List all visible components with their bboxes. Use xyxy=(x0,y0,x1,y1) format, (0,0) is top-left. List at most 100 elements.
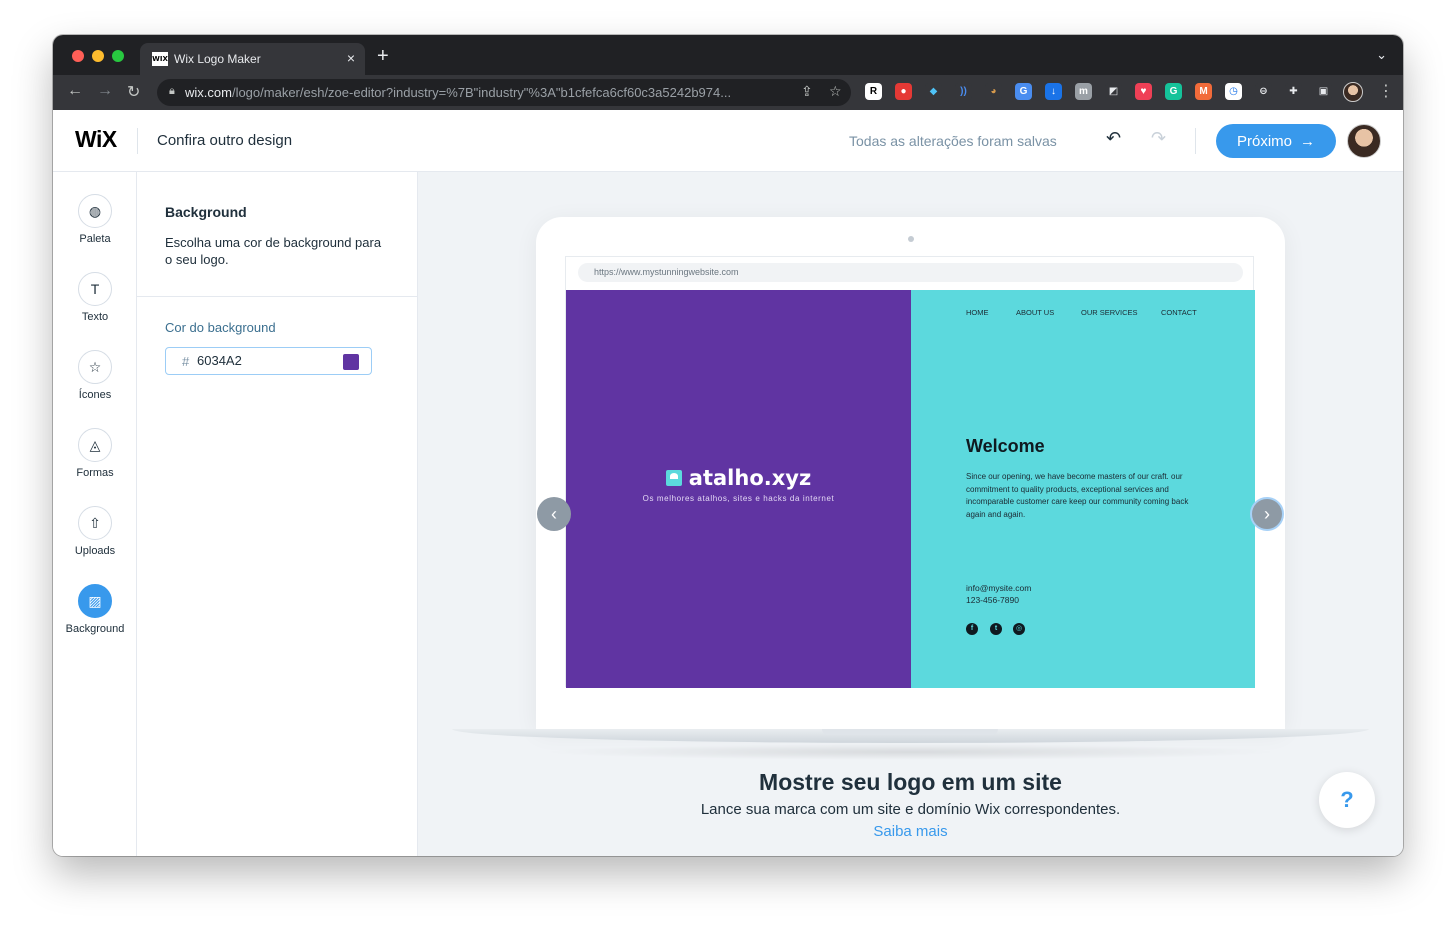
background-panel: Background Escolha uma cor de background… xyxy=(137,172,418,856)
laptop-camera xyxy=(908,236,914,242)
mm-icon[interactable]: M xyxy=(1195,83,1212,100)
wix-logo[interactable]: WiX xyxy=(75,126,117,153)
mockup-welcome-body: Since our opening, we have become master… xyxy=(966,472,1189,519)
sidebar-item-text[interactable]: T Texto xyxy=(53,272,137,323)
next-button[interactable]: Próximo → xyxy=(1216,124,1336,158)
mockup-url-bar: https://www.mystunningwebsite.com xyxy=(578,263,1243,282)
hex-color-input[interactable] xyxy=(197,353,317,368)
star-icon: ☆ xyxy=(78,350,112,384)
profile-avatar-icon[interactable] xyxy=(1343,82,1363,102)
tool-sidebar: ◍ Paleta T Texto ☆ Ícones ◬ Formas ⇧ Upl… xyxy=(53,172,137,856)
preview-area: https://www.mystunningwebsite.com atalho… xyxy=(418,172,1403,856)
laptop-notch xyxy=(822,729,998,735)
wave-icon[interactable]: )) xyxy=(955,83,972,100)
sidebar-item-icons[interactable]: ☆ Ícones xyxy=(53,350,137,401)
background-color-field[interactable]: # xyxy=(165,347,372,375)
color-swatch[interactable] xyxy=(343,354,359,370)
clock-icon[interactable]: ◷ xyxy=(1225,83,1242,100)
new-tab-button[interactable]: + xyxy=(377,45,389,68)
m-icon[interactable]: m xyxy=(1075,83,1092,100)
instagram-icon: ◎ xyxy=(1013,623,1025,635)
block-icon[interactable]: ⊖ xyxy=(1255,83,1272,100)
mockup-url: https://www.mystunningwebsite.com xyxy=(594,267,739,277)
sidepanel-icon[interactable]: ▣ xyxy=(1315,83,1332,100)
learn-more-link[interactable]: Saiba mais xyxy=(418,823,1403,840)
close-tab-icon[interactable]: × xyxy=(347,50,355,66)
background-color-label: Cor do background xyxy=(165,320,276,335)
next-design-button[interactable]: › xyxy=(1250,497,1284,531)
sidebar-item-palette[interactable]: ◍ Paleta xyxy=(53,194,137,245)
maximize-window-button[interactable] xyxy=(112,50,124,62)
browser-toolbar: ← → ↻ 🔒︎ wix.com/logo/maker/esh/zoe-edit… xyxy=(53,75,1403,110)
monkey-icon[interactable]: ◕ xyxy=(985,83,1002,100)
tab-strip: WIX Wix Logo Maker × + ⌄ xyxy=(53,35,1403,75)
forward-arrow-icon[interactable]: → xyxy=(97,82,113,100)
redo-icon[interactable]: ↷ xyxy=(1151,128,1166,149)
tab-list-chevron-icon[interactable]: ⌄ xyxy=(1376,47,1387,63)
address-bar[interactable]: 🔒︎ wix.com/logo/maker/esh/zoe-editor?ind… xyxy=(157,79,851,106)
sidebar-item-label: Ícones xyxy=(78,389,112,401)
url-host: wix.com xyxy=(185,85,232,100)
sidebar-item-label: Uploads xyxy=(74,545,116,557)
compass-icon[interactable]: ◩ xyxy=(1105,83,1122,100)
share-icon[interactable]: ⇪ xyxy=(801,83,813,100)
sidebar-item-uploads[interactable]: ⇧ Uploads xyxy=(53,506,137,557)
close-window-button[interactable] xyxy=(72,50,84,62)
palette-icon: ◍ xyxy=(78,194,112,228)
help-button[interactable]: ? xyxy=(1319,772,1375,828)
minimize-window-button[interactable] xyxy=(92,50,104,62)
download-icon[interactable]: ↓ xyxy=(1045,83,1062,100)
background-icon: ▨ xyxy=(78,584,112,618)
chevron-left-icon: ‹ xyxy=(551,503,557,524)
facebook-icon: f xyxy=(966,623,978,635)
mockup-welcome-title: Welcome xyxy=(966,436,1045,456)
mockup-logo-panel: atalho.xyz Os melhores atalhos, sites e … xyxy=(566,290,911,688)
bookmark-star-icon[interactable]: ☆ xyxy=(829,83,842,100)
sidebar-item-shapes[interactable]: ◬ Formas xyxy=(53,428,137,479)
sidebar-item-background[interactable]: ▨ Background xyxy=(53,584,137,635)
panel-title: Background xyxy=(165,204,247,220)
grammarly-icon[interactable]: G xyxy=(1165,83,1182,100)
back-arrow-icon[interactable]: ← xyxy=(67,82,83,100)
shapes-icon: ◬ xyxy=(78,428,112,462)
logo-name: atalho.xyz xyxy=(688,466,812,490)
undo-icon[interactable]: ↶ xyxy=(1106,128,1121,149)
next-button-label: Próximo xyxy=(1236,132,1292,150)
pokeball-icon[interactable]: ● xyxy=(895,83,912,100)
wix-favicon-icon: WIX xyxy=(152,52,168,66)
r-icon[interactable]: R xyxy=(865,83,882,100)
user-avatar[interactable] xyxy=(1347,124,1381,158)
lock-icon: 🔒︎ xyxy=(169,85,175,97)
puzzle-icon[interactable]: ✚ xyxy=(1285,83,1302,100)
mockup-nav-contact: CONTACT xyxy=(1161,308,1197,317)
pocket-icon[interactable]: ♥ xyxy=(1135,83,1152,100)
hash-prefix: # xyxy=(182,354,190,369)
cta-subtitle: Lance sua marca com um site e domínio Wi… xyxy=(700,801,1121,818)
save-status: Todas as alterações foram salvas xyxy=(849,133,1057,149)
header-divider xyxy=(137,128,138,154)
mockup-phone: 123-456-7890 xyxy=(966,595,1019,605)
laptop-shadow xyxy=(538,744,1283,760)
mockup-nav-about: ABOUT US xyxy=(1016,308,1055,317)
laptop-mockup: https://www.mystunningwebsite.com atalho… xyxy=(536,217,1285,729)
page-title: Confira outro design xyxy=(157,132,293,149)
app-header: WiX Confira outro design Todas as altera… xyxy=(53,110,1403,172)
mockup-nav-home: HOME xyxy=(966,308,989,317)
browser-tab[interactable]: WIX Wix Logo Maker × xyxy=(140,43,365,75)
diamond-icon[interactable]: ◆ xyxy=(925,83,942,100)
sidebar-item-label: Texto xyxy=(81,311,109,323)
logo-tagline: Os melhores atalhos, sites e hacks da in… xyxy=(642,494,835,503)
reload-icon[interactable]: ↻ xyxy=(127,82,140,102)
url-path: /logo/maker/esh/zoe-editor?industry=%7B"… xyxy=(231,85,732,100)
menu-dots-icon[interactable]: ⋮ xyxy=(1378,81,1394,101)
sidebar-item-label: Background xyxy=(65,623,125,635)
logo-lockup: atalho.xyz xyxy=(566,466,911,490)
tab-title: Wix Logo Maker xyxy=(174,52,261,66)
translate-icon[interactable]: G xyxy=(1015,83,1032,100)
mockup-email: info@mysite.com xyxy=(966,583,1032,593)
text-icon: T xyxy=(78,272,112,306)
mockup-content-panel: HOME ABOUT US OUR SERVICES CONTACT Welco… xyxy=(911,290,1255,688)
laptop-screen: https://www.mystunningwebsite.com atalho… xyxy=(565,256,1255,688)
previous-design-button[interactable]: ‹ xyxy=(537,497,571,531)
mockup-nav-services: OUR SERVICES xyxy=(1081,308,1138,317)
